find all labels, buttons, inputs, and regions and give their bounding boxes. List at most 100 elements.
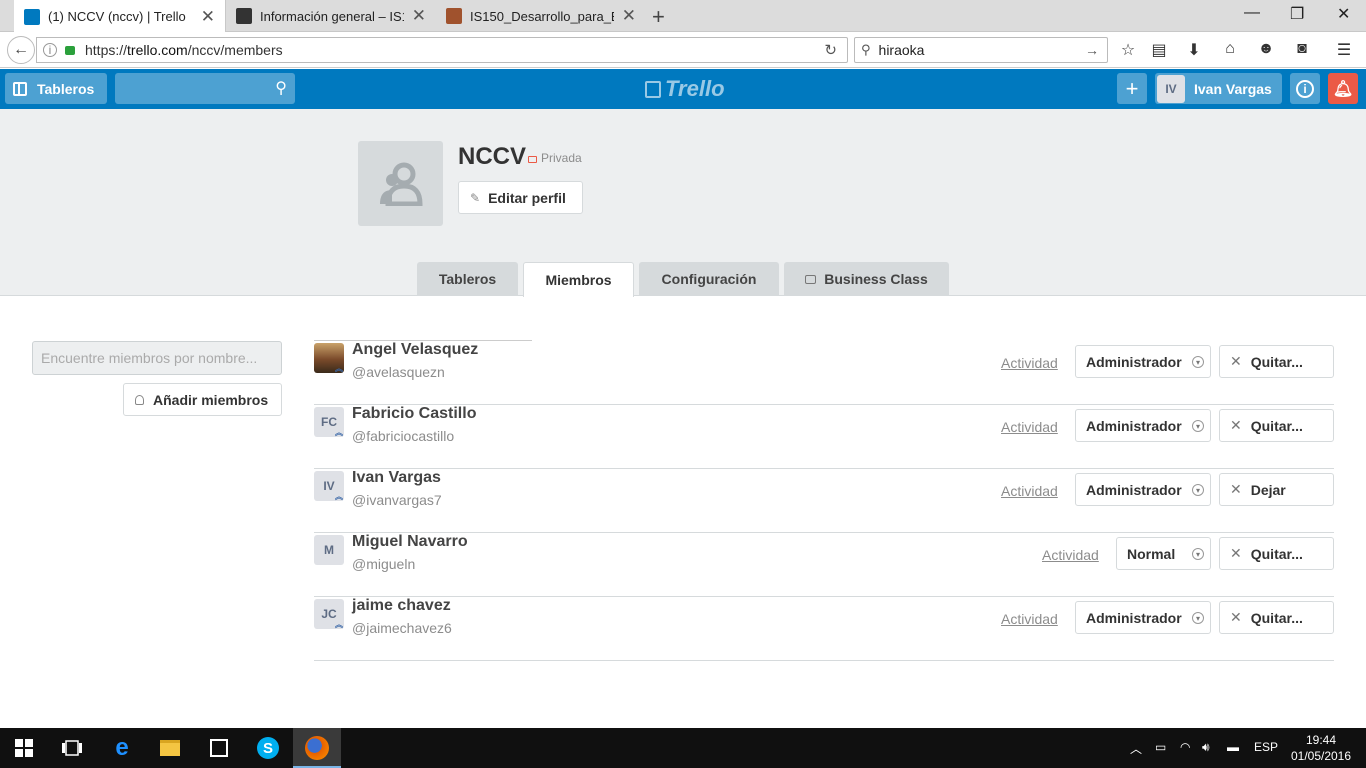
pocket-icon[interactable]: ◙ xyxy=(1292,40,1312,58)
language-indicator[interactable]: ESP xyxy=(1254,740,1278,754)
go-arrow-icon[interactable]: → xyxy=(1085,42,1099,58)
clock[interactable]: 19:44 01/05/2016 xyxy=(1290,732,1352,764)
chevron-down-icon: ▾ xyxy=(1192,420,1204,432)
edge-icon[interactable]: e xyxy=(110,734,134,761)
wifi-icon[interactable]: ◠ xyxy=(1180,740,1190,754)
reading-list-icon[interactable]: ▤ xyxy=(1149,40,1169,60)
home-icon[interactable]: ⌂ xyxy=(1220,40,1240,58)
org-logo-icon xyxy=(358,141,443,226)
close-icon: ✕ xyxy=(1230,481,1242,497)
avatar[interactable]: FC ︽ xyxy=(314,407,344,437)
close-tab-icon[interactable]: ✕ xyxy=(412,6,426,26)
skype-icon[interactable]: S xyxy=(256,736,280,760)
remove-member-button[interactable]: ✕ Quitar... xyxy=(1219,345,1334,378)
member-name[interactable]: Angel Velasquez xyxy=(352,341,478,359)
document-favicon-icon xyxy=(446,8,462,24)
browser-tabstrip: (1) NCCV (nccv) | Trello ✕ Información g… xyxy=(0,0,1366,33)
avatar[interactable]: ︽ xyxy=(314,343,344,373)
activity-link[interactable]: Actividad xyxy=(1001,419,1058,435)
avatar[interactable]: M xyxy=(314,535,344,565)
reload-icon[interactable]: ↻ xyxy=(824,41,837,59)
role-dropdown[interactable]: Administrador ▾ xyxy=(1075,473,1211,506)
tab-business-class[interactable]: Business Class xyxy=(784,262,949,296)
battery-icon[interactable]: ▭ xyxy=(1155,740,1166,754)
action-center-icon[interactable]: ▬ xyxy=(1227,740,1239,754)
new-tab-icon[interactable]: + xyxy=(652,4,665,30)
file-explorer-icon[interactable] xyxy=(158,736,182,760)
activity-link[interactable]: Actividad xyxy=(1001,355,1058,371)
window-close-icon[interactable]: ✕ xyxy=(1337,4,1350,24)
activity-link[interactable]: Actividad xyxy=(1001,483,1058,499)
tab-members[interactable]: Miembros xyxy=(523,262,634,297)
info-icon[interactable]: i xyxy=(43,43,57,57)
boards-button[interactable]: Tableros xyxy=(5,73,107,104)
browser-search-bar[interactable]: ⚲ hiraoka → xyxy=(854,37,1108,63)
member-username: @migueln xyxy=(352,556,416,572)
role-dropdown[interactable]: Administrador ▾ xyxy=(1075,409,1211,442)
create-button[interactable]: + xyxy=(1117,73,1147,104)
user-menu-button[interactable]: IV Ivan Vargas xyxy=(1155,73,1282,104)
avatar[interactable]: IV ︽ xyxy=(314,471,344,501)
add-members-label: Añadir miembros xyxy=(153,391,269,408)
role-dropdown[interactable]: Normal ▾ xyxy=(1116,537,1211,570)
activity-link[interactable]: Actividad xyxy=(1001,611,1058,627)
member-search-input[interactable] xyxy=(32,341,282,375)
close-tab-icon[interactable]: ✕ xyxy=(622,6,636,26)
add-members-button[interactable]: Añadir miembros xyxy=(123,383,282,416)
close-tab-icon[interactable]: ✕ xyxy=(201,7,215,27)
browser-tab-is150[interactable]: IS150_Desarrollo_para_Ent... ✕ xyxy=(436,0,646,32)
info-button[interactable]: i xyxy=(1290,73,1320,104)
remove-label: Quitar... xyxy=(1250,609,1303,626)
privacy-badge[interactable]: Privada xyxy=(528,151,582,165)
role-dropdown[interactable]: Administrador ▾ xyxy=(1075,601,1211,634)
remove-member-button[interactable]: ✕ Quitar... xyxy=(1219,409,1334,442)
trello-logo[interactable]: Trello xyxy=(645,76,725,102)
edit-profile-button[interactable]: ✎ Editar perfil xyxy=(458,181,583,214)
browser-tab-blackboard[interactable]: Información general – IS1... ✕ xyxy=(226,0,436,32)
store-icon[interactable] xyxy=(207,736,231,760)
member-name[interactable]: Fabricio Castillo xyxy=(352,405,476,423)
role-label: Administrador xyxy=(1086,353,1182,370)
tab-boards[interactable]: Tableros xyxy=(417,262,518,296)
member-name[interactable]: jaime chavez xyxy=(352,597,451,615)
task-view-icon[interactable] xyxy=(60,736,84,760)
role-label: Administrador xyxy=(1086,481,1182,498)
org-name: NCCV xyxy=(458,143,527,170)
browser-tab-trello[interactable]: (1) NCCV (nccv) | Trello ✕ xyxy=(14,0,226,33)
back-icon[interactable]: ← xyxy=(7,36,35,64)
tab-settings[interactable]: Configuración xyxy=(639,262,779,296)
header-search-input[interactable]: ⚲ xyxy=(115,73,295,104)
chevron-down-icon: ▾ xyxy=(1192,612,1204,624)
notifications-button[interactable]: 🔔︎ xyxy=(1328,73,1358,104)
firefox-taskbar-item[interactable] xyxy=(293,728,341,768)
remove-member-button[interactable]: ✕ Quitar... xyxy=(1219,601,1334,634)
info-icon: i xyxy=(1296,79,1314,98)
role-label: Administrador xyxy=(1086,609,1182,626)
role-dropdown[interactable]: Administrador ▾ xyxy=(1075,345,1211,378)
download-icon[interactable]: ⬇ xyxy=(1184,40,1204,60)
restore-icon[interactable]: ❐ xyxy=(1290,4,1304,24)
bookmark-star-icon[interactable]: ☆ xyxy=(1118,40,1138,60)
member-name[interactable]: Ivan Vargas xyxy=(352,469,441,487)
activity-link[interactable]: Actividad xyxy=(1042,547,1099,563)
clock-date: 01/05/2016 xyxy=(1290,749,1352,763)
close-icon: ✕ xyxy=(1230,353,1242,369)
briefcase-icon xyxy=(805,274,817,284)
clock-time: 19:44 xyxy=(1305,733,1337,747)
member-row: JC ︽ jaime chavez @jaimechavez6 Actividad… xyxy=(314,597,1334,661)
url-bar[interactable]: i https://trello.com/nccv/members ↻ xyxy=(36,37,848,63)
volume-icon[interactable]: 🔊︎ xyxy=(1202,740,1210,755)
search-icon: ⚲ xyxy=(861,42,871,57)
bell-icon: 🔔︎ xyxy=(1332,80,1354,98)
chevron-down-icon: ▾ xyxy=(1192,356,1204,368)
chat-icon[interactable]: ☻ xyxy=(1256,40,1276,58)
member-row: M Miguel Navarro @migueln Actividad Norm… xyxy=(314,533,1334,597)
menu-icon[interactable]: ☰ xyxy=(1334,40,1354,60)
show-hidden-icons-icon[interactable]: ︿ xyxy=(1130,740,1142,757)
minimize-icon[interactable]: — xyxy=(1244,4,1260,22)
leave-button[interactable]: ✕ Dejar xyxy=(1219,473,1334,506)
avatar[interactable]: JC ︽ xyxy=(314,599,344,629)
member-name[interactable]: Miguel Navarro xyxy=(352,533,468,551)
windows-start-icon[interactable] xyxy=(12,736,36,760)
remove-member-button[interactable]: ✕ Quitar... xyxy=(1219,537,1334,570)
